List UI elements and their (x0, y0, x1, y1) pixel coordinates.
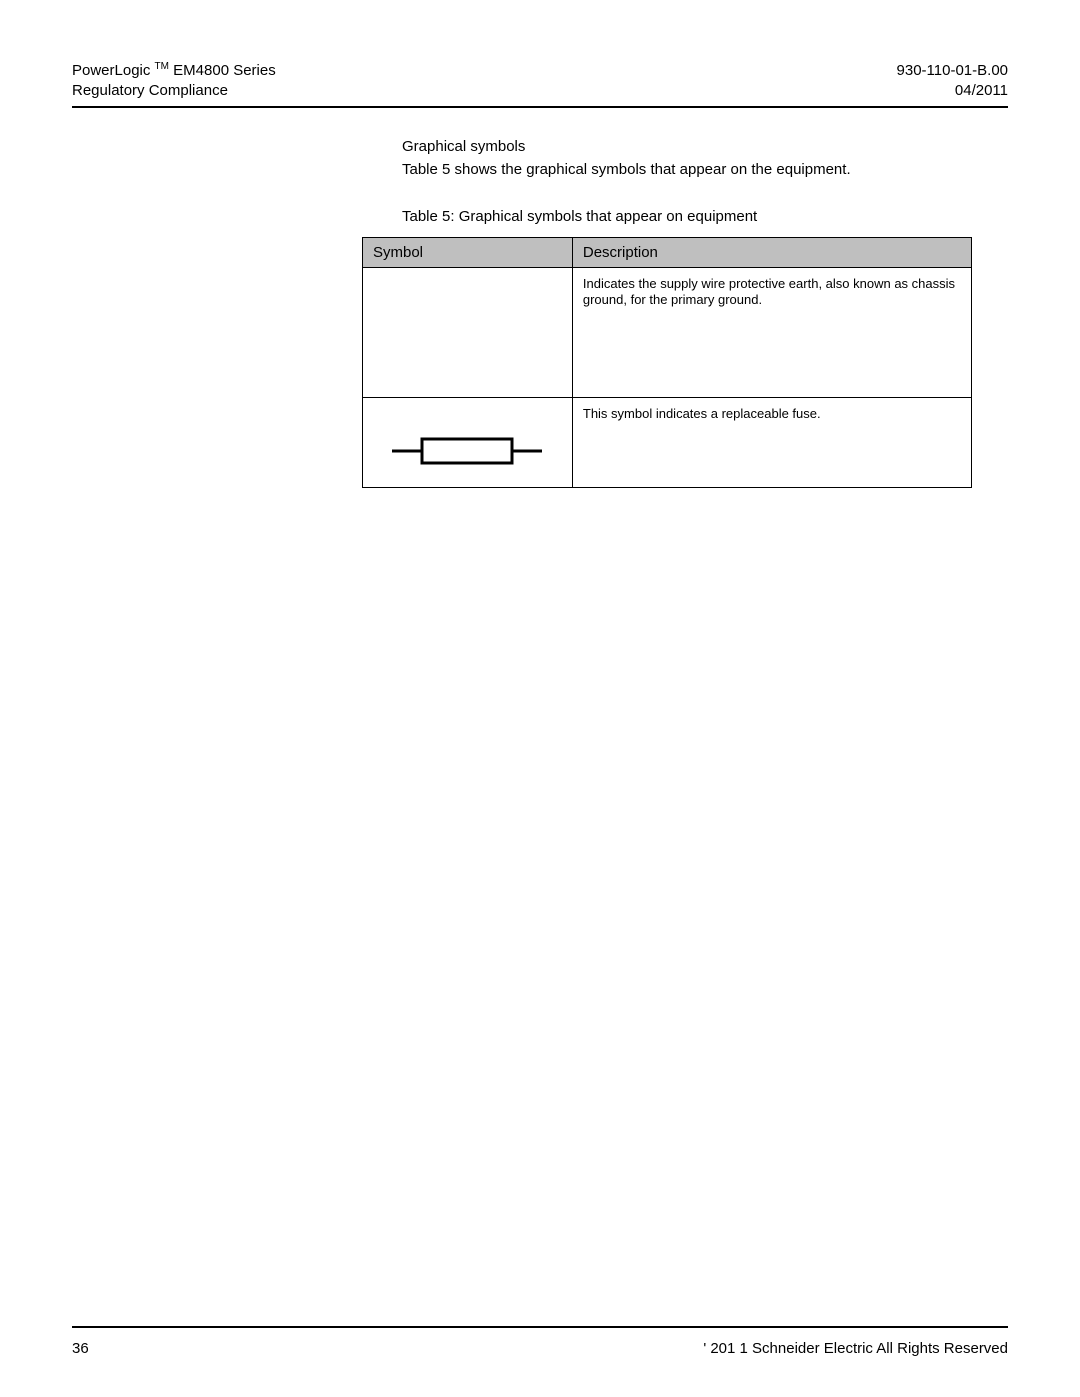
header-product-post: EM4800 Series (169, 62, 276, 79)
page-footer: 36 ' 201 1 Schneider Electric All Rights… (72, 1326, 1008, 1357)
table-caption: Table 5: Graphical symbols that appear o… (402, 208, 1008, 225)
header-left: PowerLogic TM EM4800 Series Regulatory C… (72, 60, 276, 102)
page-header: PowerLogic TM EM4800 Series Regulatory C… (72, 60, 1008, 102)
symbols-table: Symbol Description Indicates the supply … (362, 237, 972, 488)
table-header-description: Description (572, 237, 971, 267)
header-section-name: Regulatory Compliance (72, 81, 276, 101)
content-area: Graphical symbols Table 5 shows the grap… (402, 138, 1008, 488)
header-rule (72, 106, 1008, 108)
header-doc-date: 04/2011 (897, 81, 1008, 101)
header-product-pre: PowerLogic (72, 62, 155, 79)
copyright-text: ' 201 1 Schneider Electric All Rights Re… (703, 1340, 1008, 1357)
description-cell: Indicates the supply wire protective ear… (572, 267, 971, 397)
header-product-line: PowerLogic TM EM4800 Series (72, 60, 276, 81)
header-doc-number: 930-110-01-B.00 (897, 61, 1008, 81)
section-title: Graphical symbols (402, 138, 1008, 155)
table-row: This symbol indicates a replaceable fuse… (363, 397, 972, 487)
table-header-row: Symbol Description (363, 237, 972, 267)
footer-rule (72, 1326, 1008, 1328)
trademark-symbol: TM (155, 61, 169, 72)
header-right: 930-110-01-B.00 04/2011 (897, 61, 1008, 102)
symbol-cell-fuse (363, 397, 573, 487)
table-header-symbol: Symbol (363, 237, 573, 267)
table-row: Indicates the supply wire protective ear… (363, 267, 972, 397)
symbol-cell-earth (363, 267, 573, 397)
page-number: 36 (72, 1340, 89, 1357)
description-cell: This symbol indicates a replaceable fuse… (572, 397, 971, 487)
intro-paragraph: Table 5 shows the graphical symbols that… (402, 161, 1008, 178)
page: PowerLogic TM EM4800 Series Regulatory C… (0, 0, 1080, 1397)
fuse-icon (392, 431, 542, 471)
footer-row: 36 ' 201 1 Schneider Electric All Rights… (72, 1340, 1008, 1357)
